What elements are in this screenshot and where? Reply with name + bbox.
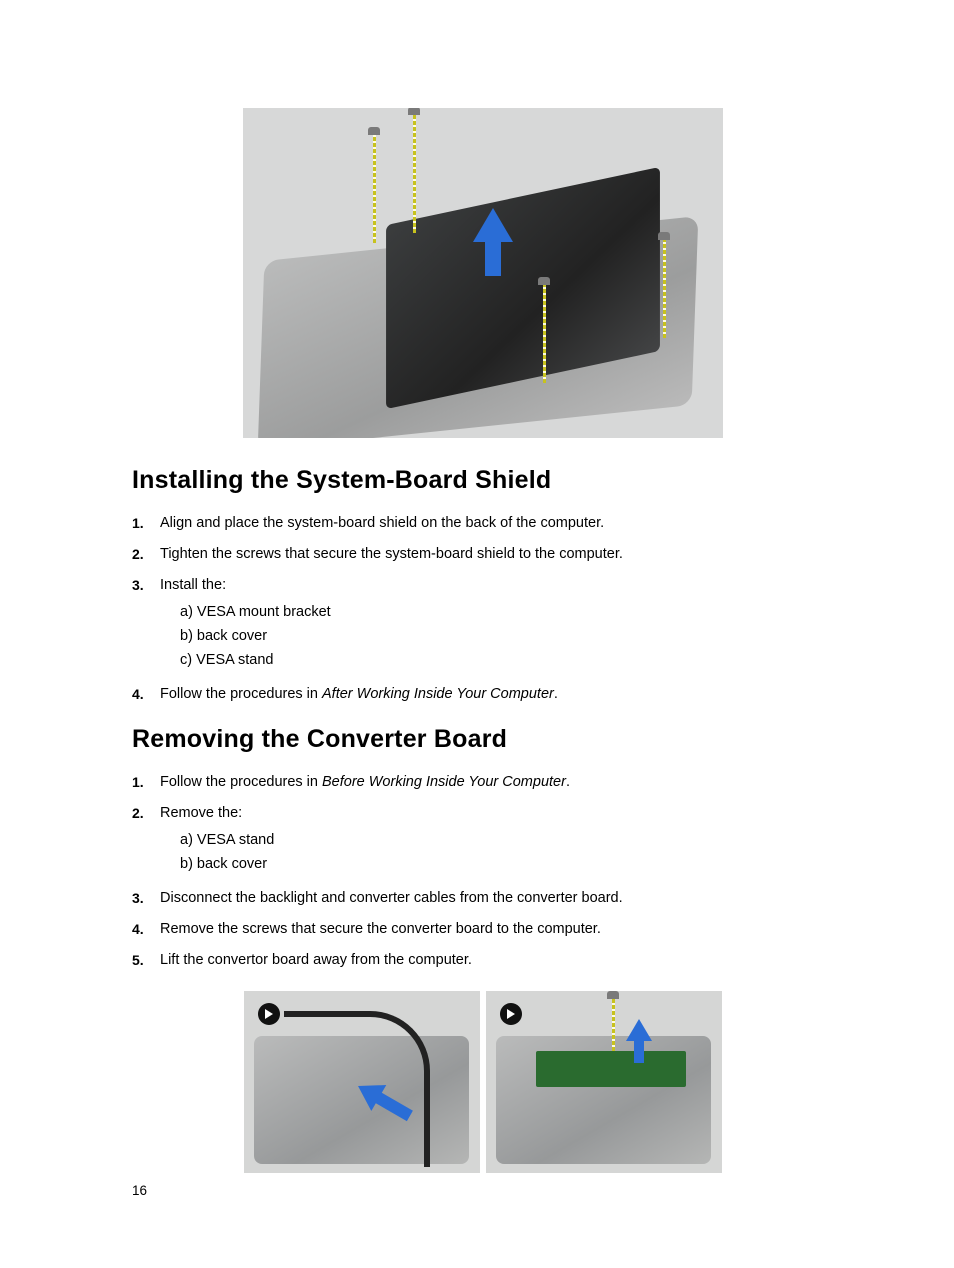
figure-converter-board xyxy=(132,991,834,1173)
list-item: 1. Align and place the system-board shie… xyxy=(132,513,834,534)
list-item: 2. Remove the: a) VESA stand b) back cov… xyxy=(132,803,834,878)
list-item: 3. Install the: a) VESA mount bracket b)… xyxy=(132,575,834,674)
screw-icon xyxy=(413,113,416,233)
list-item: 4. Remove the screws that secure the con… xyxy=(132,919,834,940)
list-item: 5. Lift the convertor board away from th… xyxy=(132,950,834,971)
list-item: 4. Follow the procedures in After Workin… xyxy=(132,684,834,705)
play-badge-icon xyxy=(500,1003,522,1025)
screw-icon xyxy=(373,133,376,243)
screw-icon xyxy=(612,997,615,1051)
lift-arrow-icon xyxy=(473,208,513,278)
list-item: 2. Tighten the screws that secure the sy… xyxy=(132,544,834,565)
page-number: 16 xyxy=(132,1183,147,1198)
figure-system-board-shield xyxy=(132,108,834,438)
list-item: 1. Follow the procedures in Before Worki… xyxy=(132,772,834,793)
screw-icon xyxy=(543,283,546,383)
install-steps: 1. Align and place the system-board shie… xyxy=(132,513,834,705)
list-item: 3. Disconnect the backlight and converte… xyxy=(132,888,834,909)
heading-removing-converter: Removing the Converter Board xyxy=(132,725,834,754)
remove-steps: 1. Follow the procedures in Before Worki… xyxy=(132,772,834,971)
lift-arrow-icon xyxy=(626,1019,652,1065)
heading-installing-shield: Installing the System-Board Shield xyxy=(132,466,834,495)
screw-icon xyxy=(663,238,666,338)
play-badge-icon xyxy=(258,1003,280,1025)
